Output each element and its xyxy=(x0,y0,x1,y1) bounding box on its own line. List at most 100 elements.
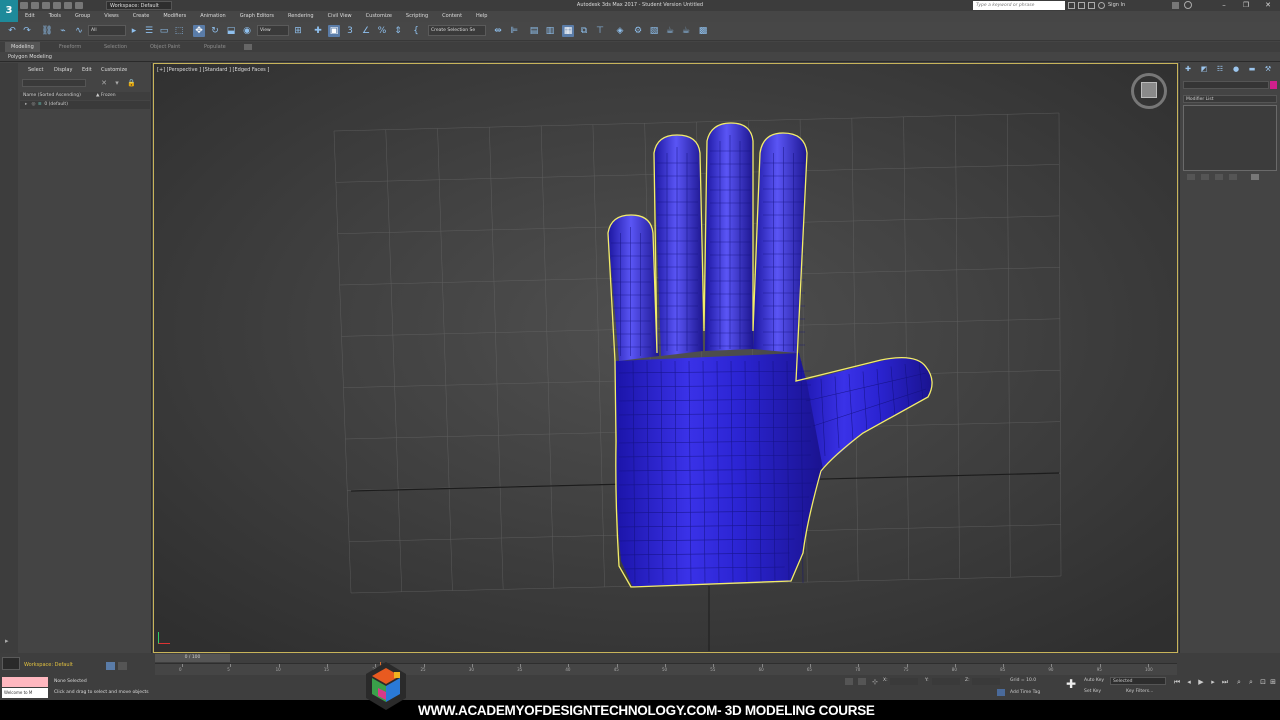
star-icon[interactable] xyxy=(1088,2,1095,9)
ribbon-tab-populate[interactable]: Populate xyxy=(204,42,226,52)
maxscript-listener-input[interactable] xyxy=(2,677,48,687)
workspace-switcher-icon[interactable] xyxy=(2,657,20,670)
redo-quick-icon[interactable] xyxy=(64,2,72,9)
ribbon-tab-modeling[interactable]: Modeling xyxy=(5,42,40,52)
time-slider[interactable]: 0 / 100 xyxy=(155,654,230,662)
menu-rendering[interactable]: Rendering xyxy=(281,11,321,22)
x-coord-field[interactable] xyxy=(890,678,918,685)
maximize-viewport-icon[interactable]: ⊞ xyxy=(1268,678,1278,686)
viewport-canvas[interactable] xyxy=(154,64,1178,653)
redo-icon[interactable]: ↷ xyxy=(21,25,33,37)
schematic-view-icon[interactable]: ⊤ xyxy=(594,25,606,37)
absolute-mode-icon[interactable]: ⊹ xyxy=(872,678,880,686)
go-to-end-icon[interactable]: ⏭ xyxy=(1220,678,1230,686)
set-key-button[interactable]: Set Key xyxy=(1084,689,1101,694)
undo-icon[interactable]: ↶ xyxy=(6,25,18,37)
menu-create[interactable]: Create xyxy=(126,11,157,22)
viewcube-icon[interactable] xyxy=(1141,82,1157,98)
toggle-ribbon-icon[interactable]: ▦ xyxy=(562,25,574,37)
expand-arrow-icon[interactable]: ▸ xyxy=(25,101,30,109)
named-selection-sets-dropdown[interactable]: Create Selection Se xyxy=(428,25,486,36)
zoom-all-icon[interactable]: ⌕ xyxy=(1246,678,1256,686)
menu-help[interactable]: Help xyxy=(469,11,494,22)
select-scale-icon[interactable]: ⬓ xyxy=(225,25,237,37)
angle-snap-icon[interactable]: ∠ xyxy=(360,25,372,37)
lock-icon[interactable]: 🔒 xyxy=(127,79,136,87)
create-panel-icon[interactable]: ✚ xyxy=(1183,65,1193,74)
search-icon[interactable] xyxy=(1068,2,1075,9)
select-object-icon[interactable]: ▸ xyxy=(128,25,140,37)
explorer-find-field[interactable] xyxy=(22,79,86,87)
previous-frame-icon[interactable]: ◂ xyxy=(1184,678,1194,686)
auto-key-button[interactable]: Auto Key xyxy=(1084,678,1104,683)
unlink-icon[interactable]: ⌁ xyxy=(57,25,69,37)
a360-render-icon[interactable]: ▩ xyxy=(697,25,709,37)
go-to-start-icon[interactable]: ⏮ xyxy=(1172,678,1182,686)
hierarchy-panel-icon[interactable]: ☷ xyxy=(1215,65,1225,74)
help-icon[interactable] xyxy=(1184,1,1192,9)
reference-coordinate-dropdown[interactable]: View xyxy=(257,25,289,36)
menu-views[interactable]: Views xyxy=(97,11,125,22)
ribbon-options-icon[interactable] xyxy=(244,44,252,50)
modifier-stack[interactable] xyxy=(1183,105,1277,171)
selection-filter-dropdown[interactable]: All xyxy=(88,25,126,36)
new-file-icon[interactable] xyxy=(20,2,28,9)
viewport-label-menu[interactable]: [+] [Perspective ] [Standard ] [Edged Fa… xyxy=(157,66,269,74)
save-file-icon[interactable] xyxy=(42,2,50,9)
menu-tools[interactable]: Tools xyxy=(42,11,68,22)
workspace-selector[interactable]: Workspace: Default xyxy=(24,661,73,669)
rect-selection-icon[interactable]: ▭ xyxy=(158,25,170,37)
align-icon[interactable]: ⊫ xyxy=(508,25,520,37)
modifier-list-dropdown[interactable]: Modifier List xyxy=(1183,95,1277,103)
minimize-icon[interactable]: – xyxy=(1214,0,1234,11)
pivot-center-icon[interactable]: ⊞ xyxy=(292,25,304,37)
snaps-toggle-icon[interactable]: 3 xyxy=(344,25,356,37)
menu-edit[interactable]: Edit xyxy=(18,11,42,22)
mirror-icon[interactable]: ⇹ xyxy=(492,25,504,37)
explorer-tab-display[interactable]: Display xyxy=(54,66,72,75)
ribbon-tab-object-paint[interactable]: Object Paint xyxy=(150,42,180,52)
set-key-icon[interactable]: ✚ xyxy=(1064,677,1078,691)
key-filters-button[interactable]: Key Filters... xyxy=(1126,689,1153,694)
curve-editor-icon[interactable]: ⧉ xyxy=(578,25,590,37)
toggle-layer-explorer-icon[interactable]: ▥ xyxy=(544,25,556,37)
eye-icon[interactable]: ◎ xyxy=(31,101,36,109)
y-coord-field[interactable] xyxy=(932,678,960,685)
render-setup-icon[interactable]: ⚙ xyxy=(632,25,644,37)
binoculars-icon[interactable] xyxy=(1078,2,1085,9)
zoom-extents-icon[interactable]: ⊡ xyxy=(1258,678,1268,686)
key-selection-dropdown[interactable]: Selected xyxy=(1110,677,1166,685)
explorer-frozen-column-header[interactable]: ▲ Frozen xyxy=(96,92,116,100)
help-search-input[interactable]: Type a keyword or phrase xyxy=(973,1,1065,10)
select-rotate-icon[interactable]: ↻ xyxy=(209,25,221,37)
configure-modifier-sets-icon[interactable] xyxy=(1251,174,1259,180)
clear-find-icon[interactable]: ✕ xyxy=(100,79,108,87)
menu-graph-editors[interactable]: Graph Editors xyxy=(233,11,281,22)
toggle-scene-explorer-icon[interactable]: ▤ xyxy=(528,25,540,37)
edit-named-selection-icon[interactable]: { xyxy=(410,25,422,37)
explorer-name-column-header[interactable]: Name (Sorted Ascending) xyxy=(20,92,150,100)
modify-panel-icon[interactable]: ◩ xyxy=(1199,65,1209,74)
render-iterative-icon[interactable]: ☕ xyxy=(680,25,692,37)
next-frame-icon[interactable]: ▸ xyxy=(1208,678,1218,686)
isolate-selection-icon[interactable] xyxy=(845,678,853,685)
play-icon[interactable]: ▶ xyxy=(1196,678,1206,686)
project-folder-icon[interactable] xyxy=(75,2,83,9)
filter-icon[interactable]: ▾ xyxy=(113,79,121,87)
link-icon[interactable]: ⛓ xyxy=(41,25,53,37)
pin-stack-icon[interactable] xyxy=(1187,174,1195,180)
keyboard-shortcut-toggle-icon[interactable]: ▣ xyxy=(328,25,340,37)
menu-customize[interactable]: Customize xyxy=(359,11,399,22)
menu-modifiers[interactable]: Modifiers xyxy=(156,11,193,22)
render-production-icon[interactable]: ☕ xyxy=(664,25,676,37)
undo-quick-icon[interactable] xyxy=(53,2,61,9)
window-crossing-icon[interactable]: ⬚ xyxy=(173,25,185,37)
time-tag-icon[interactable] xyxy=(997,689,1005,696)
object-name-field[interactable] xyxy=(1183,81,1269,89)
remove-modifier-icon[interactable] xyxy=(1229,174,1237,180)
menu-group[interactable]: Group xyxy=(68,11,97,22)
utilities-panel-icon[interactable]: ⚒ xyxy=(1263,65,1273,74)
explorer-collapse-icon[interactable]: ▸ xyxy=(5,637,13,645)
welcome-field[interactable]: Welcome to M xyxy=(2,688,48,698)
show-end-result-icon[interactable] xyxy=(1201,174,1209,180)
